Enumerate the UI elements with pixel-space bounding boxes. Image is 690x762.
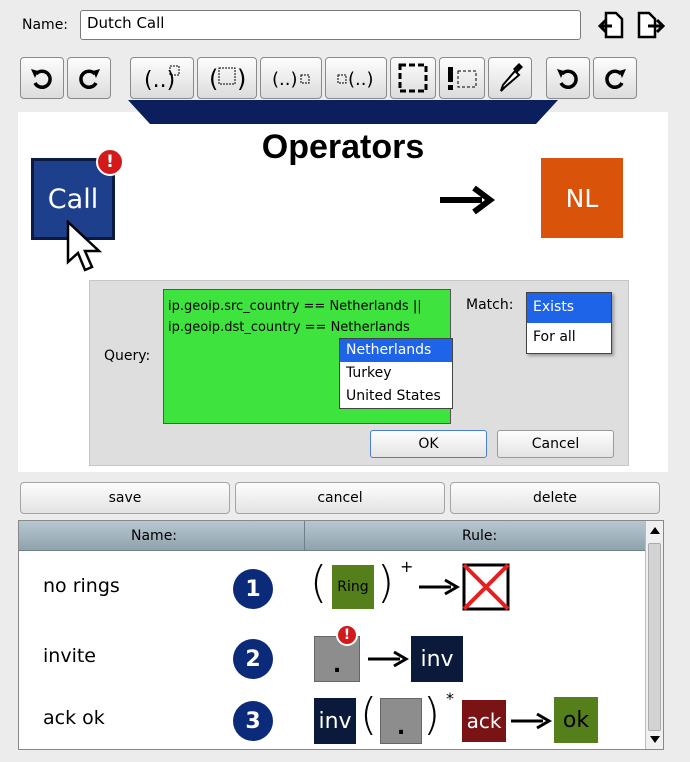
svg-text:(: ( — [209, 65, 218, 93]
query-dialog: Query: ip.geoip.src_country == Netherlan… — [89, 280, 629, 466]
ok-tile-label: ok — [562, 707, 590, 733]
cancel-edit-button[interactable]: cancel — [235, 482, 445, 514]
rule-number-badge: 3 — [233, 701, 273, 741]
close-paren: ) — [423, 689, 441, 740]
arrow-right-icon — [368, 650, 409, 668]
match-dropdown[interactable]: Exists For all — [526, 292, 612, 354]
arrow-right-icon — [511, 712, 552, 730]
close-paren: ) — [377, 557, 395, 608]
undo-button-2[interactable] — [546, 57, 590, 99]
negate-icon — [448, 67, 477, 90]
rule-number-badge: 2 — [233, 639, 273, 679]
query-line: ip.geoip.dst_country == Netherlands — [168, 320, 410, 335]
eyedropper-button[interactable] — [488, 57, 532, 99]
column-divider — [304, 521, 305, 550]
inv-tile-label: inv — [420, 646, 454, 672]
inv-tile[interactable]: inv — [314, 698, 356, 744]
any-tile[interactable]: . — [380, 698, 422, 744]
nl-node-label: NL — [565, 183, 599, 213]
inv-tile[interactable]: inv — [411, 636, 463, 682]
open-paren: ( — [310, 557, 328, 608]
eyedropper-icon — [500, 63, 523, 92]
match-label: Match: — [466, 297, 514, 313]
redo-button[interactable] — [67, 57, 111, 99]
warning-badge: ! — [96, 148, 124, 176]
country-option[interactable]: Netherlands — [340, 339, 452, 362]
undo-icon — [557, 69, 578, 89]
query-label: Query: — [104, 348, 151, 364]
save-button[interactable]: save — [20, 482, 230, 514]
arrow-right-icon — [440, 185, 495, 215]
rule-name: no rings — [43, 575, 120, 597]
match-option-for-all[interactable]: For all — [527, 323, 611, 353]
rule-name: invite — [43, 645, 96, 667]
ring-tile-label: Ring — [337, 579, 369, 595]
empty-cross-icon — [462, 563, 510, 611]
toolbar-callout-pointer — [128, 100, 558, 124]
insert-after-button[interactable]: (..) — [325, 57, 387, 99]
table-row[interactable]: invite 2 . ! inv — [19, 623, 645, 689]
scroll-up-icon[interactable] — [649, 525, 661, 535]
warning-badge: ! — [336, 624, 358, 646]
ring-tile[interactable]: Ring — [332, 565, 374, 609]
country-option[interactable]: Turkey — [340, 362, 452, 385]
name-label: Name: — [22, 17, 69, 33]
inv-tile-label: inv — [318, 708, 352, 734]
wrap-after-button[interactable]: (..) — [130, 57, 194, 99]
ack-tile-label: ack — [466, 709, 502, 733]
import-icon[interactable] — [597, 10, 627, 40]
call-node-label: Call — [47, 183, 99, 215]
column-header-rule[interactable]: Rule: — [462, 528, 497, 544]
redo-icon — [605, 69, 626, 89]
repeat-star-sup: * — [446, 689, 454, 708]
nl-node[interactable]: NL — [541, 158, 623, 238]
svg-text:(..): (..) — [348, 69, 374, 90]
wrap-after-icon: (..) — [144, 65, 180, 93]
country-option[interactable]: United States — [340, 385, 452, 408]
scroll-thumb[interactable] — [648, 543, 661, 731]
country-suggestions[interactable]: Netherlands Turkey United States — [339, 338, 453, 409]
scroll-down-icon[interactable] — [649, 735, 661, 745]
column-header-name[interactable]: Name: — [131, 528, 177, 544]
match-option-exists[interactable]: Exists — [527, 293, 611, 323]
undo-button[interactable] — [20, 57, 64, 99]
svg-text:(..): (..) — [272, 69, 298, 90]
insert-before-icon: (..) — [272, 69, 310, 90]
negate-button[interactable] — [439, 57, 485, 99]
wrap-group-button[interactable]: () — [197, 57, 257, 99]
export-icon[interactable] — [636, 10, 666, 40]
insert-before-button[interactable]: (..) — [260, 57, 322, 99]
rule-number-badge: 1 — [233, 569, 273, 609]
open-paren: ( — [360, 689, 378, 740]
table-row[interactable]: ack ok 3 inv ( . ) * ack ok — [19, 685, 645, 751]
mouse-cursor-icon — [66, 220, 103, 272]
table-header: Name: Rule: — [19, 521, 645, 551]
ok-button[interactable]: OK — [370, 430, 487, 458]
query-line: ip.geoip.src_country == Netherlands || — [168, 299, 422, 314]
arrow-right-icon — [419, 578, 460, 596]
cancel-button[interactable]: Cancel — [497, 430, 614, 458]
svg-text:): ) — [237, 65, 246, 93]
name-input[interactable]: Dutch Call — [80, 10, 581, 40]
wrap-group-icon: () — [209, 65, 246, 93]
select-region-button[interactable] — [390, 57, 436, 99]
delete-button[interactable]: delete — [450, 482, 660, 514]
rules-table: Name: Rule: no rings 1 ( Ring ) + invite… — [18, 520, 664, 750]
ack-tile[interactable]: ack — [462, 700, 506, 742]
select-region-icon — [398, 63, 428, 93]
table-scrollbar[interactable] — [645, 521, 663, 749]
redo-icon — [79, 69, 100, 89]
any-tile-label: . — [332, 652, 342, 678]
undo-icon — [31, 69, 52, 89]
rule-name: ack ok — [43, 707, 105, 729]
table-row[interactable]: no rings 1 ( Ring ) + — [19, 553, 645, 619]
redo-button-2[interactable] — [593, 57, 637, 99]
insert-after-icon: (..) — [337, 69, 374, 90]
repeat-plus-sup: + — [400, 557, 414, 576]
ok-tile[interactable]: ok — [554, 697, 598, 743]
any-tile-label: . — [396, 714, 406, 740]
